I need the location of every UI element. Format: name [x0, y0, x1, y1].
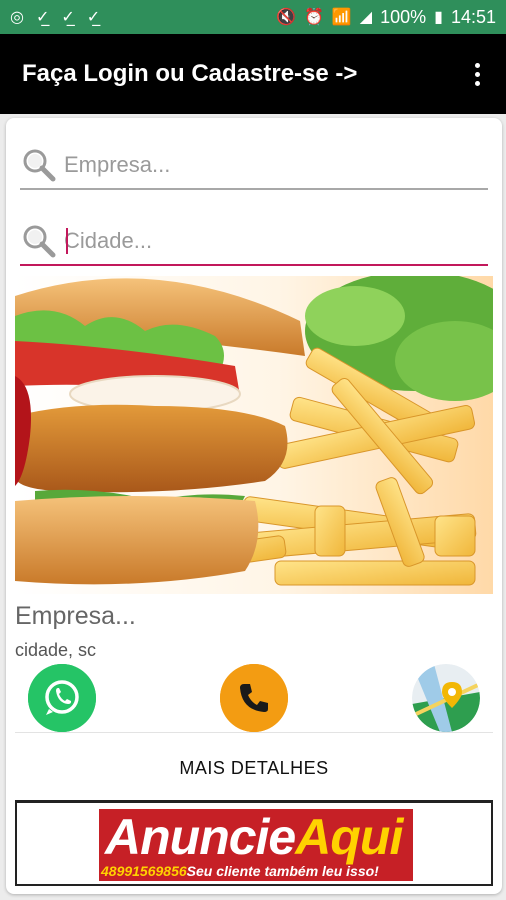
more-details-button[interactable]: MAIS DETALHES	[15, 740, 493, 796]
magnifier-icon	[20, 222, 58, 260]
battery-percent: 100%	[380, 6, 427, 27]
text-cursor	[66, 228, 68, 254]
login-register-link[interactable]: Faça Login ou Cadastre-se ->	[22, 60, 357, 88]
check-notification-icon: ✓̲	[61, 7, 75, 26]
ad-subline: 48991569856Seu cliente também leu isso!	[101, 863, 379, 879]
ad-headline: AnuncieAqui	[105, 809, 403, 865]
company-search-input[interactable]	[58, 152, 458, 178]
city-search-input[interactable]	[58, 228, 458, 254]
wifi-icon: 📶	[331, 7, 352, 26]
input-underline-active	[20, 264, 488, 266]
phone-button[interactable]	[220, 664, 288, 732]
mute-icon: 🔇	[276, 7, 296, 26]
status-bar: ◎ ✓̲ ✓̲ ✓̲ 🔇 ⏰ 📶 ◢ 100% ▮ 14:51	[0, 0, 506, 34]
company-search	[20, 140, 488, 190]
ad-tagline: Seu cliente também leu isso!	[186, 863, 379, 879]
check-notification-icon: ✓̲	[86, 7, 101, 26]
ad-phone: 48991569856	[101, 863, 187, 879]
input-underline	[20, 188, 488, 190]
main-card: Empresa... cidade, sc	[6, 118, 502, 894]
company-name: Empresa...	[15, 602, 136, 630]
ad-banner[interactable]: AnuncieAqui 48991569856Seu cliente també…	[99, 809, 413, 881]
listing-photo[interactable]	[15, 276, 493, 594]
map-button[interactable]	[412, 664, 480, 732]
company-city: cidade, sc	[15, 640, 97, 660]
check-notification-icon: ✓̲	[35, 7, 50, 26]
city-search	[20, 216, 488, 266]
alarm-icon: ⏰	[303, 7, 324, 26]
clock: 14:51	[450, 6, 496, 27]
signal-icon: ◢	[359, 7, 373, 26]
magnifier-icon	[20, 146, 58, 184]
whatsapp-icon	[28, 664, 96, 732]
divider	[15, 732, 493, 733]
phone-icon	[220, 664, 288, 732]
map-pin-icon	[412, 664, 480, 732]
instagram-notification-icon: ◎	[10, 7, 24, 26]
app-toolbar: Faça Login ou Cadastre-se ->	[0, 34, 506, 114]
contact-actions	[15, 664, 493, 732]
battery-charging-icon: ▮	[434, 7, 443, 26]
whatsapp-button[interactable]	[28, 664, 96, 732]
more-vert-icon[interactable]	[471, 57, 484, 92]
ad-banner-box: AnuncieAqui 48991569856Seu cliente també…	[15, 800, 493, 886]
